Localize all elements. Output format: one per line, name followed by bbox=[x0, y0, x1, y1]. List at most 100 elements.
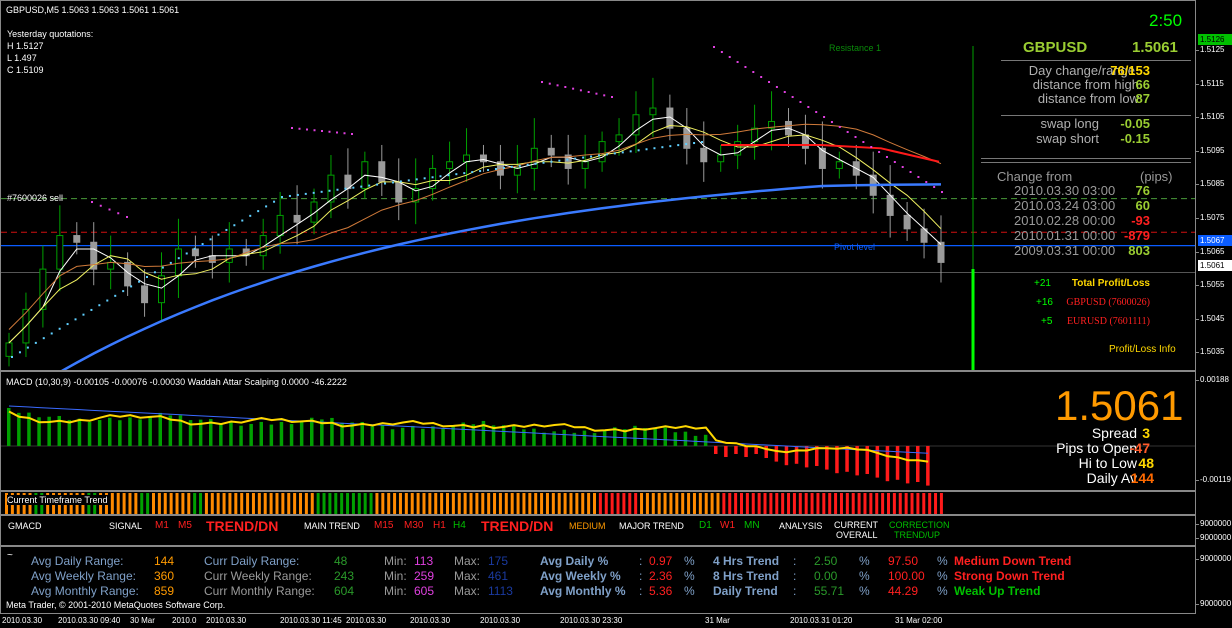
change-from-label: Change from bbox=[997, 169, 1073, 184]
trend-stripe bbox=[904, 493, 908, 514]
macd-bar bbox=[512, 424, 516, 446]
sar-dot bbox=[306, 128, 308, 131]
trend-stripe bbox=[416, 493, 420, 514]
sar-dot bbox=[257, 210, 260, 213]
gmacd-pane[interactable]: GMACD SIGNAL M1 M5 TREND/DN MAIN TREND M… bbox=[0, 515, 1196, 546]
candle-body bbox=[158, 275, 166, 304]
trend-stripe bbox=[934, 493, 938, 514]
trend-header: Current Timeframe Trend bbox=[7, 495, 110, 505]
sar-dot bbox=[933, 186, 936, 188]
trend-stripe bbox=[369, 493, 373, 514]
trend-row-down: 97.50 bbox=[888, 554, 919, 568]
macd-pane[interactable]: MACD (10,30,9) -0.00105 -0.00076 -0.0003… bbox=[0, 371, 1196, 491]
time-tick: 2010.03.30 bbox=[346, 616, 387, 625]
dashboard-row-label: distance from low bbox=[1037, 91, 1139, 106]
sar-dot bbox=[566, 158, 569, 161]
trend-row-pct2: % bbox=[937, 584, 948, 598]
candle-body bbox=[141, 285, 149, 304]
sar-dot bbox=[58, 327, 61, 330]
sar-dot bbox=[91, 201, 93, 203]
min-label: Min: bbox=[384, 584, 407, 598]
macd-bar bbox=[118, 420, 122, 446]
price-tag-top: 1.5126 bbox=[1198, 34, 1232, 45]
dashboard-row-label: distance from high bbox=[1032, 77, 1139, 92]
profit-loss-info[interactable]: Profit/Loss Info bbox=[1109, 344, 1176, 355]
trend-stripe bbox=[745, 493, 749, 514]
trend-row-pct2: % bbox=[937, 554, 948, 568]
gmacd-trend-dn-2: TREND/DN bbox=[481, 518, 554, 534]
gmacd-axis: 9000000 9000000 bbox=[1194, 515, 1232, 546]
sar-dot bbox=[548, 82, 551, 85]
price-chart-pane[interactable]: GBPUSD,M5 1.5063 1.5063 1.5061 1.5061 Ye… bbox=[0, 0, 1196, 371]
candle-body bbox=[5, 342, 13, 357]
avg-range-label: Avg Weekly Range: bbox=[31, 569, 136, 583]
trend-stripe bbox=[728, 493, 732, 514]
dashboard-divider bbox=[981, 162, 1191, 163]
trend-stripe bbox=[410, 493, 414, 514]
candle-body bbox=[751, 127, 759, 143]
sar-dot bbox=[542, 161, 545, 164]
trend-stripe bbox=[616, 493, 620, 514]
sar-dot bbox=[376, 183, 379, 186]
sar-dot bbox=[193, 247, 196, 250]
macd-bar bbox=[926, 446, 930, 486]
macd-bar bbox=[653, 427, 657, 446]
trend-stripe bbox=[704, 493, 708, 514]
trend-pane[interactable]: Current Timeframe Trend bbox=[0, 491, 1196, 515]
trend-stripe bbox=[357, 493, 361, 514]
max-label: Max: bbox=[454, 554, 481, 568]
stats-pane[interactable]: ~ Avg Daily Range: 144 Avg Weekly Range: 36… bbox=[0, 546, 1196, 614]
sar-dot bbox=[823, 116, 826, 118]
sar-dot bbox=[901, 166, 904, 168]
sar-dot bbox=[775, 86, 778, 88]
avg-range-value: 144 bbox=[154, 554, 175, 568]
trend-stripe bbox=[875, 493, 879, 514]
macd-bar bbox=[148, 416, 152, 446]
trend-stripe bbox=[887, 493, 890, 514]
trend-stripe bbox=[675, 493, 679, 514]
sar-dot bbox=[720, 51, 723, 53]
gmacd-trend-up: TREND/UP bbox=[894, 530, 941, 540]
macd-bar bbox=[895, 446, 900, 480]
sar-dot bbox=[153, 271, 156, 274]
trend-stripe bbox=[222, 493, 226, 514]
macd-info-label: Hi to Low bbox=[1078, 455, 1137, 471]
sar-dot bbox=[925, 181, 928, 183]
macd-bar bbox=[360, 422, 364, 446]
gmacd-m1: M1 bbox=[155, 520, 169, 531]
sar-dot bbox=[138, 280, 141, 283]
trend-stripe bbox=[563, 493, 567, 514]
macd-bar bbox=[916, 446, 920, 482]
order-label[interactable]: #7600026 sell bbox=[7, 193, 63, 203]
sar-dot bbox=[415, 178, 418, 181]
chart-header: GBPUSD,M5 1.5063 1.5063 1.5061 1.5061 bbox=[6, 5, 180, 15]
pl-label[interactable]: EURUSD (7601111) bbox=[1067, 316, 1150, 327]
time-tick: 2010.03.31 01:20 bbox=[790, 616, 853, 625]
trend-stripe bbox=[939, 493, 943, 514]
price-tick: 1.5055 bbox=[1194, 280, 1225, 290]
macd-bar bbox=[421, 428, 425, 446]
trend-stripe bbox=[346, 493, 350, 514]
trend-stripe bbox=[269, 493, 273, 514]
stats-tilde: ~ bbox=[7, 550, 13, 561]
dashboard-price: 1.5061 bbox=[1132, 39, 1178, 56]
trend-stripe bbox=[839, 493, 843, 514]
macd-bar bbox=[501, 425, 506, 446]
trend-row-pct2: % bbox=[937, 569, 948, 583]
candle-body bbox=[530, 147, 538, 169]
pl-label[interactable]: Total Profit/Loss bbox=[1072, 278, 1150, 289]
trend-stripe bbox=[257, 493, 261, 514]
candle-body bbox=[903, 214, 911, 230]
trend-stripe bbox=[234, 493, 238, 514]
trend-stripe bbox=[787, 493, 791, 514]
macd-bar bbox=[279, 421, 284, 446]
max-value: 175 bbox=[488, 554, 509, 568]
max-label: Max: bbox=[454, 584, 481, 598]
pl-label[interactable]: GBPUSD (7600026) bbox=[1066, 297, 1150, 308]
gmacd-m30: M30 bbox=[404, 520, 424, 531]
sar-dot bbox=[291, 127, 293, 129]
sar-dot bbox=[736, 61, 739, 63]
trend-stripe bbox=[275, 493, 279, 514]
trend-stripe bbox=[504, 493, 508, 514]
trend-stripe bbox=[140, 493, 144, 514]
